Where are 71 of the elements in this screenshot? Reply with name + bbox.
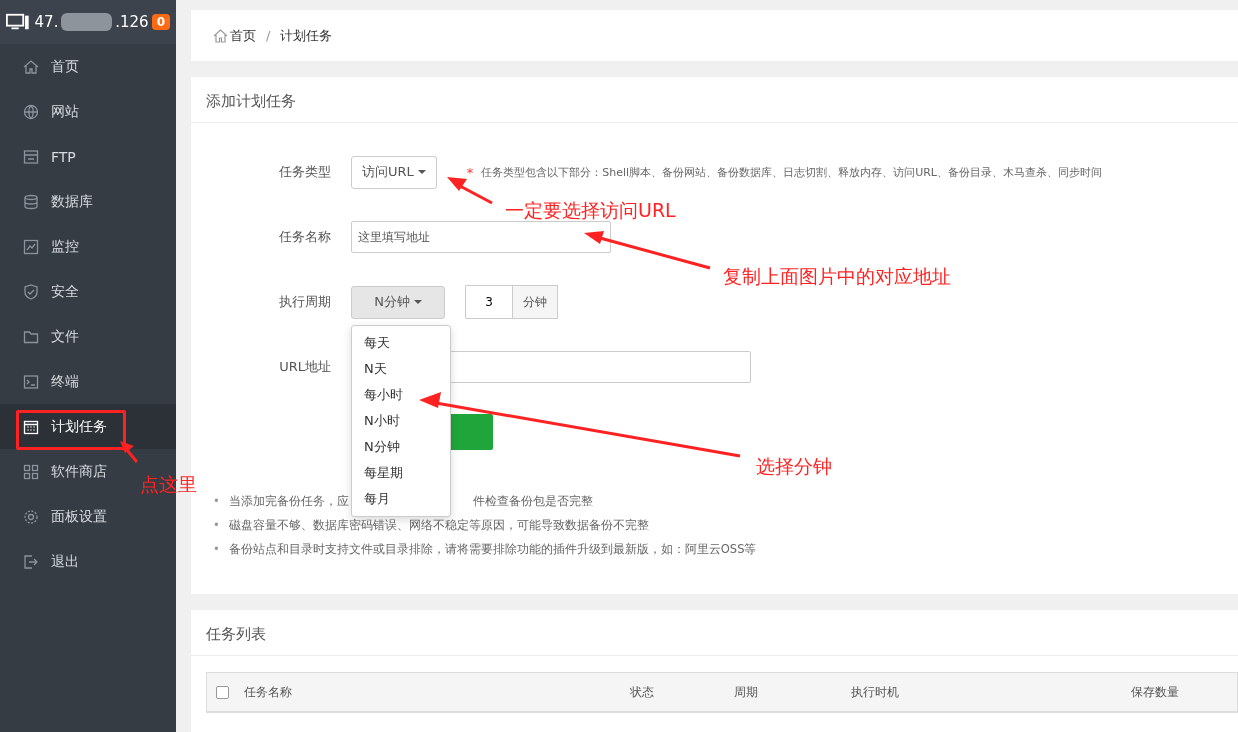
- sidebar-item[interactable]: 监控: [0, 224, 87, 269]
- blurred-region: [61, 13, 113, 31]
- home-icon: [23, 58, 39, 75]
- grid-icon: [23, 463, 39, 480]
- annotation-arrow: [120, 441, 139, 463]
- chart-icon: [23, 238, 39, 255]
- monitor-icon: [6, 13, 30, 31]
- field-label: URL地址: [278, 358, 332, 376]
- note-text: 磁盘容量不够、数据库密码错误、网络不稳定等原因，可能导致数据备份不完整: [228, 518, 649, 532]
- column-header: 执行时机: [851, 683, 900, 701]
- caret-icon: [417, 170, 426, 174]
- sidebar-item[interactable]: 终端: [0, 359, 87, 404]
- menu-option[interactable]: N天: [352, 356, 450, 382]
- task-name-input[interactable]: 这里填写地址: [351, 221, 611, 253]
- ftp-icon: [23, 148, 39, 165]
- db-icon: [23, 193, 39, 210]
- annotation-arrow: [447, 177, 493, 205]
- sidebar-item[interactable]: FTP: [0, 134, 84, 179]
- menu-option[interactable]: N分钟: [352, 434, 450, 460]
- sidebar-item[interactable]: 面板设置: [0, 494, 115, 539]
- menu-option[interactable]: 每月: [352, 486, 450, 512]
- note-text: 当添加完备份任务，应: [228, 494, 349, 508]
- sidebar-item[interactable]: 安全: [0, 269, 87, 314]
- sidebar-item[interactable]: 退出: [0, 539, 87, 584]
- breadcrumb-link[interactable]: 计划任务: [280, 26, 333, 45]
- column-header: 状态: [630, 683, 655, 701]
- annotation-text: 一定要选择访问URL: [505, 198, 676, 223]
- unit-label: 分钟: [512, 285, 558, 319]
- globe-icon: [23, 103, 39, 120]
- term-icon: [23, 373, 39, 390]
- sidebar-item[interactable]: 首页: [0, 44, 87, 89]
- caret-icon: [413, 300, 422, 304]
- exit-icon: [23, 553, 39, 570]
- sidebar-item[interactable]: 软件商店: [0, 449, 115, 494]
- sidebar-item[interactable]: 数据库: [0, 179, 101, 224]
- shield-icon: [23, 283, 39, 300]
- menu-option[interactable]: 每星期: [352, 460, 450, 486]
- field-label: 任务类型: [278, 163, 332, 181]
- note-text: 备份站点和目录时支持文件或目录排除，请将需要排除功能的插件升级到最新版，如：阿里云OSS等: [228, 542, 757, 556]
- period-dropdown[interactable]: N分钟: [351, 285, 445, 319]
- minutes-input[interactable]: 3: [465, 285, 512, 319]
- gear-icon: [23, 508, 39, 525]
- annotation-text: 选择分钟: [756, 454, 832, 479]
- section-title: 添加计划任务: [191, 77, 1238, 123]
- menu-option[interactable]: 每天: [352, 330, 450, 356]
- field-label: 任务名称: [278, 228, 332, 246]
- note-text: 件检查备份包是否完整: [472, 494, 593, 508]
- column-header: 周期: [734, 683, 759, 701]
- section-title: 任务列表: [191, 610, 1238, 656]
- bullet: •: [213, 518, 220, 532]
- folder-icon: [23, 328, 39, 345]
- sidebar-item[interactable]: 文件: [0, 314, 87, 359]
- column-header: 保存数量: [1131, 683, 1179, 701]
- required-mark: *: [466, 164, 474, 180]
- breadcrumb-separator: /: [266, 28, 271, 43]
- cal-icon: [23, 418, 39, 435]
- host-address-suffix: .126: [115, 13, 149, 31]
- host-address-prefix: 47.: [34, 13, 59, 31]
- bullet: •: [213, 542, 220, 556]
- hint-text: 任务类型包含以下部分：Shell脚本、备份网站、备份数据库、日志切割、释放内存、访问URL、备份目录、木马查杀、同步时间: [481, 164, 1102, 180]
- select-all-checkbox[interactable]: [216, 685, 229, 699]
- bullet: •: [213, 494, 220, 508]
- breadcrumb-link[interactable]: 首页: [213, 26, 256, 45]
- menu-option[interactable]: N小时: [352, 408, 450, 434]
- annotation-text: 复制上面图片中的对应地址: [723, 264, 951, 289]
- sidebar-item[interactable]: 网站: [0, 89, 87, 134]
- home-icon: [213, 28, 228, 43]
- task-type-dropdown[interactable]: 访问URL: [351, 155, 437, 189]
- menu-option[interactable]: 每小时: [352, 382, 450, 408]
- field-label: 执行周期: [278, 293, 332, 311]
- column-header: 任务名称: [244, 683, 293, 701]
